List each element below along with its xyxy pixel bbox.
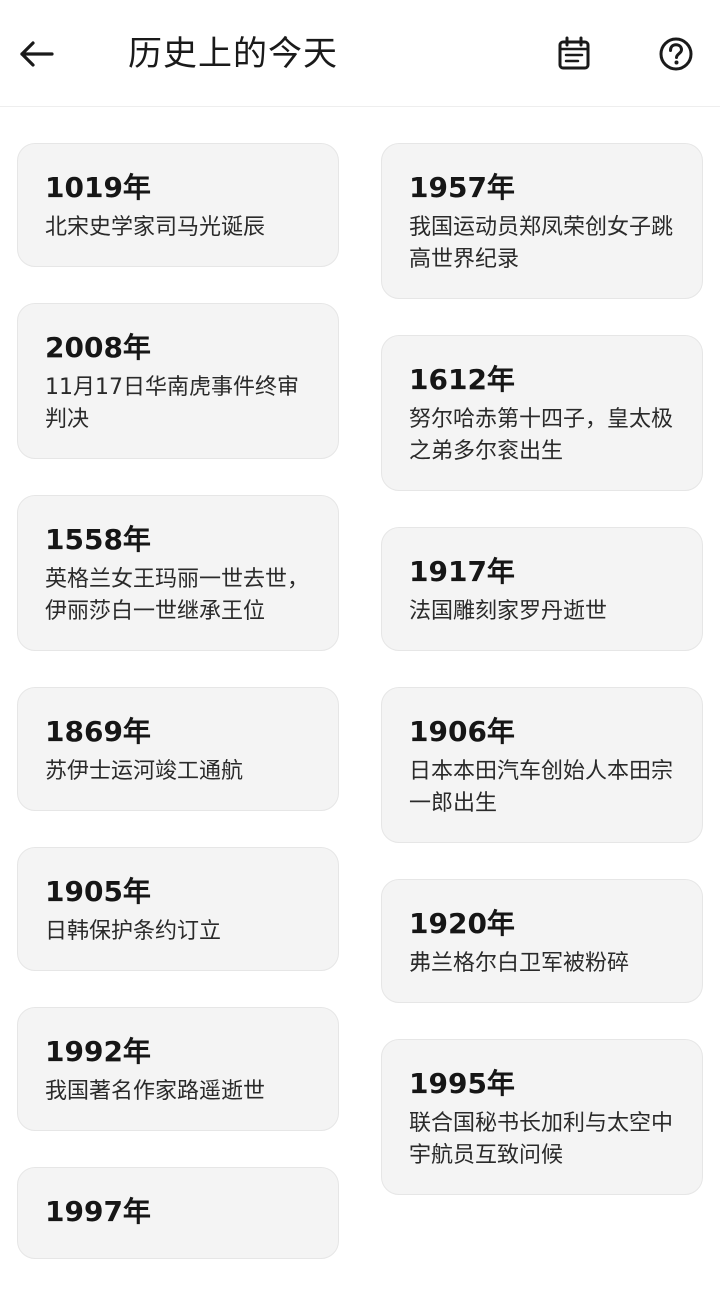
event-description: 苏伊士运河竣工通航: [45, 759, 244, 784]
calendar-icon: [554, 34, 594, 74]
event-description: 我国运动员郑凤荣创女子跳高世界纪录: [409, 215, 674, 272]
event-card[interactable]: 1920年 弗兰格尔白卫军被粉碎: [381, 879, 703, 1003]
event-year: 1906年: [409, 715, 515, 748]
event-card[interactable]: 1992年 我国著名作家路遥逝世: [17, 1007, 339, 1131]
event-year: 1997年: [45, 1195, 151, 1228]
event-card[interactable]: 1612年 努尔哈赤第十四子，皇太极之弟多尔衮出生: [381, 335, 703, 491]
help-button[interactable]: [652, 30, 700, 78]
event-column-left: 1019年 北宋史学家司马光诞辰 2008年 11月17日华南虎事件终审判决 1…: [17, 143, 339, 1295]
event-card[interactable]: 1906年 日本本田汽车创始人本田宗一郎出生: [381, 687, 703, 843]
event-description: 法国雕刻家罗丹逝世: [409, 599, 608, 624]
event-year: 1992年: [45, 1035, 151, 1068]
event-description: 努尔哈赤第十四子，皇太极之弟多尔衮出生: [409, 407, 674, 464]
event-column-right: 1957年 我国运动员郑凤荣创女子跳高世界纪录 1612年 努尔哈赤第十四子，皇…: [381, 143, 703, 1231]
event-description: 我国著名作家路遥逝世: [45, 1079, 266, 1104]
event-year: 1612年: [409, 363, 515, 396]
event-year: 1957年: [409, 171, 515, 204]
event-year: 1917年: [409, 555, 515, 588]
event-card[interactable]: 1558年 英格兰女王玛丽一世去世，伊丽莎白一世继承王位: [17, 495, 339, 651]
event-grid: 1019年 北宋史学家司马光诞辰 2008年 11月17日华南虎事件终审判决 1…: [0, 0, 720, 1280]
event-card[interactable]: 1019年 北宋史学家司马光诞辰: [17, 143, 339, 267]
arrow-left-icon: [16, 34, 56, 74]
event-card[interactable]: 2008年 11月17日华南虎事件终审判决: [17, 303, 339, 459]
event-description: 11月17日华南虎事件终审判决: [45, 375, 299, 432]
event-card[interactable]: 1995年 联合国秘书长加利与太空中宇航员互致问候: [381, 1039, 703, 1195]
event-year: 1920年: [409, 907, 515, 940]
event-card[interactable]: 1905年 日韩保护条约订立: [17, 847, 339, 971]
event-year: 2008年: [45, 331, 151, 364]
event-year: 1905年: [45, 875, 151, 908]
event-description: 弗兰格尔白卫军被粉碎: [409, 951, 630, 976]
app-header: 历史上的今天: [0, 0, 720, 107]
event-year: 1869年: [45, 715, 151, 748]
event-card[interactable]: 1957年 我国运动员郑凤荣创女子跳高世界纪录: [381, 143, 703, 299]
calendar-button[interactable]: [550, 30, 598, 78]
event-description: 日韩保护条约订立: [45, 919, 222, 944]
event-year: 1558年: [45, 523, 151, 556]
event-description: 日本本田汽车创始人本田宗一郎出生: [409, 759, 674, 816]
event-card[interactable]: 1997年: [17, 1167, 339, 1259]
event-description: 联合国秘书长加利与太空中宇航员互致问候: [409, 1111, 674, 1168]
help-circle-icon: [656, 34, 696, 74]
page-title: 历史上的今天: [128, 34, 338, 74]
event-year: 1995年: [409, 1067, 515, 1100]
event-card[interactable]: 1869年 苏伊士运河竣工通航: [17, 687, 339, 811]
event-card[interactable]: 1917年 法国雕刻家罗丹逝世: [381, 527, 703, 651]
event-description: 英格兰女王玛丽一世去世，伊丽莎白一世继承王位: [45, 567, 310, 624]
event-year: 1019年: [45, 171, 151, 204]
back-button[interactable]: [12, 30, 60, 78]
event-description: 北宋史学家司马光诞辰: [45, 215, 266, 240]
